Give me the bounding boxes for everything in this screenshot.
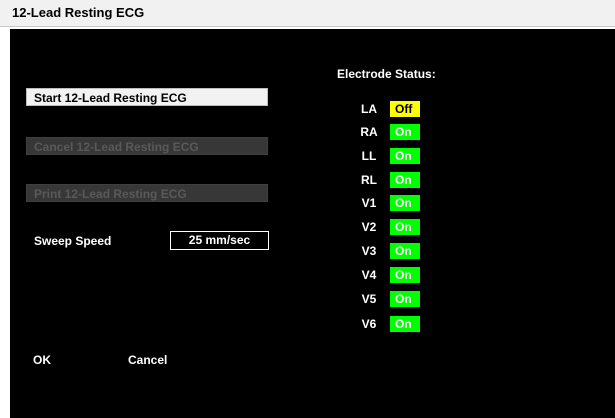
start-ecg-button[interactable]: Start 12-Lead Resting ECG [26,88,268,106]
electrode-lead-label: RL [361,173,377,187]
electrode-status-badge: On [390,172,420,188]
electrode-status-badge: On [390,243,420,259]
electrode-lead-label: V3 [361,244,377,258]
electrode-row-v1: V1 On [350,195,430,212]
electrode-row-v2: V2 On [350,219,430,236]
electrode-status-badge: On [390,219,420,235]
electrode-lead-label: V1 [361,196,377,210]
electrode-status-badge: On [390,148,420,164]
cancel-ecg-button[interactable]: Cancel 12-Lead Resting ECG [26,137,268,155]
print-ecg-button[interactable]: Print 12-Lead Resting ECG [26,184,268,202]
electrode-status-badge: On [390,195,420,211]
electrode-lead-label: LL [361,149,377,163]
sweep-speed-field[interactable]: 25 mm/sec [170,231,269,250]
electrode-status-badge: On [390,316,420,332]
electrode-row-ll: LL On [350,148,430,165]
electrode-status-badge: Off [390,101,420,117]
window-title: 12-Lead Resting ECG [12,5,145,20]
electrode-lead-label: LA [361,102,377,116]
panel-left-margin [0,29,10,418]
electrode-lead-label: V4 [361,268,377,282]
title-bar: 12-Lead Resting ECG [0,0,615,27]
electrode-status-heading: Electrode Status: [337,67,436,81]
electrode-status-badge: On [390,291,420,307]
electrode-row-la: LA Off [350,101,430,118]
electrode-row-v4: V4 On [350,267,430,284]
electrode-row-v5: V5 On [350,291,430,308]
cancel-button[interactable]: Cancel [128,353,167,367]
electrode-row-v6: V6 On [350,316,430,333]
electrode-row-rl: RL On [350,172,430,189]
electrode-row-ra: RA On [350,124,430,141]
electrode-lead-label: V5 [361,292,377,306]
ecg-window: 12-Lead Resting ECG Start 12-Lead Restin… [0,0,615,418]
electrode-lead-label: V2 [361,220,377,234]
sweep-speed-label: Sweep Speed [34,234,112,248]
electrode-row-v3: V3 On [350,243,430,260]
electrode-lead-label: V6 [361,317,377,331]
electrode-status-badge: On [390,124,420,140]
ok-button[interactable]: OK [33,353,51,367]
electrode-status-badge: On [390,267,420,283]
electrode-lead-label: RA [360,125,378,139]
